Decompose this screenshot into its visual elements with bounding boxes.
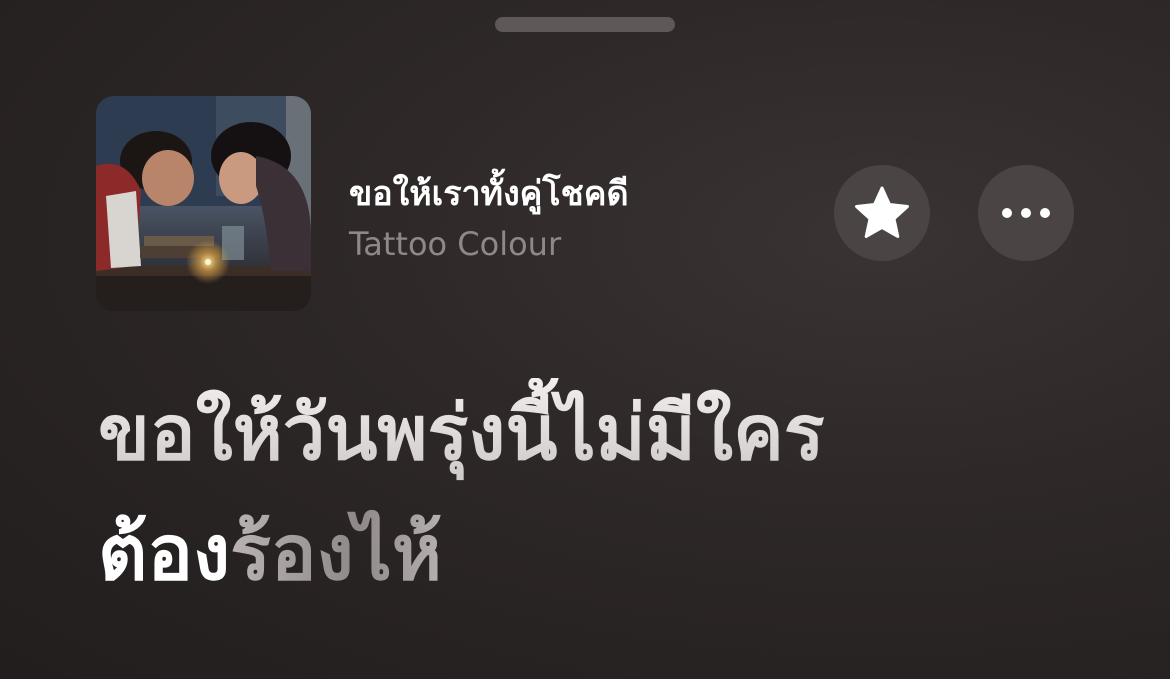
album-artwork[interactable] bbox=[96, 96, 311, 311]
lyric-sung-text: ต้อง bbox=[98, 508, 231, 597]
sheet-grabber[interactable] bbox=[495, 17, 675, 32]
lyric-unsung-text: ร้องไห้ bbox=[230, 508, 443, 597]
album-artwork-image bbox=[96, 96, 311, 311]
lyric-line-current[interactable]: ต้องร้องไห้ bbox=[98, 498, 1138, 618]
track-info: ขอให้เราทั้งคู่โชคดี Tattoo Colour bbox=[349, 172, 809, 266]
more-button[interactable] bbox=[978, 165, 1074, 261]
track-artist[interactable]: Tattoo Colour bbox=[349, 222, 809, 266]
lyrics-view[interactable]: ขอให้วันพรุ่งนี้ไม่มีใคร ต้องร้องไห้ bbox=[98, 378, 1138, 618]
ellipsis-icon bbox=[1002, 208, 1050, 218]
star-icon bbox=[855, 186, 909, 238]
favorite-button[interactable] bbox=[834, 165, 930, 261]
track-title: ขอให้เราทั้งคู่โชคดี bbox=[349, 174, 629, 214]
lyric-line[interactable]: ขอให้วันพรุ่งนี้ไม่มีใคร bbox=[98, 378, 1138, 498]
